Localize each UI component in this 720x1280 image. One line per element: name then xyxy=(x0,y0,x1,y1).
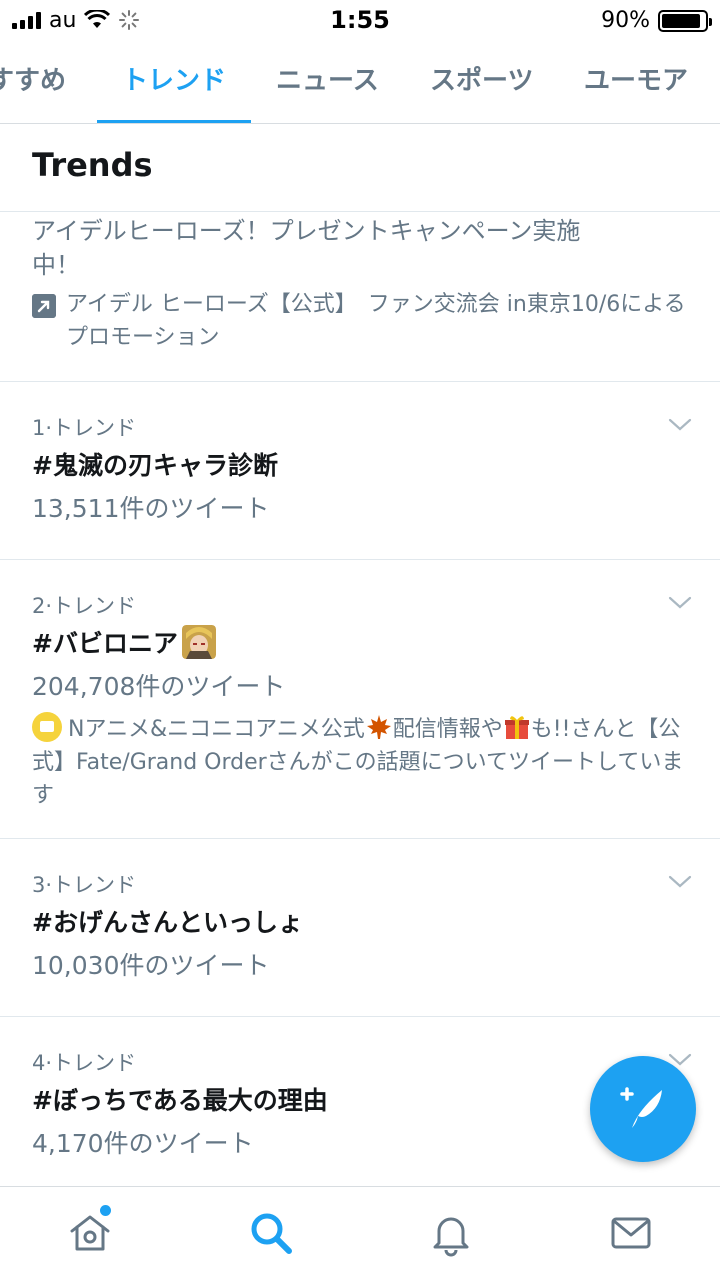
trends-header: Trends xyxy=(0,124,720,212)
page-title: Trends xyxy=(32,146,153,184)
trend-name-text: #バビロニア xyxy=(32,629,178,658)
status-bar: au 1:55 90% xyxy=(0,0,720,40)
trend-name: #バビロニア xyxy=(32,624,216,660)
trend-item[interactable]: 3·トレンド #おげんさんといっしょ 10,030件のツイート xyxy=(0,839,720,1017)
compose-tweet-button[interactable] xyxy=(590,1056,696,1162)
tab-news[interactable]: ニュース xyxy=(276,40,379,123)
battery-icon xyxy=(658,9,712,32)
tab-humor[interactable]: ユーモア xyxy=(584,40,688,123)
trend-name-text: #おげんさんといっしょ xyxy=(32,908,303,937)
explore-tabs: すすめ トレンド ニュース スポーツ ユーモア xyxy=(0,40,720,124)
tweet-count: 204,708件のツイート xyxy=(32,672,286,701)
battery-level xyxy=(662,13,700,28)
tab-sports[interactable]: スポーツ xyxy=(430,40,533,123)
trend-rank: 3·トレンド xyxy=(32,873,137,897)
context-text-part1: Nアニメ&ニコニコアニメ公式 xyxy=(68,717,365,742)
notification-dot xyxy=(100,1205,111,1216)
promoted-by-text: アイデル ヒーローズ【公式】 ファン交流会 in東京10/6によるプロモーション xyxy=(66,292,686,350)
trend-rank: 1·トレンド xyxy=(32,416,137,440)
home-icon xyxy=(70,1215,110,1251)
compose-tweet-icon xyxy=(620,1087,662,1128)
trend-name: #鬼滅の刃キャラ診断 xyxy=(32,446,278,482)
chevron-down-icon[interactable] xyxy=(668,596,692,610)
gift-icon xyxy=(504,716,529,739)
tweet-count: 13,511件のツイート xyxy=(32,494,270,523)
promoted-arrow-icon xyxy=(32,294,56,318)
trend-item[interactable]: 1·トレンド #鬼滅の刃キャラ診断 13,511件のツイート xyxy=(0,382,720,560)
tweet-count: 10,030件のツイート xyxy=(32,951,270,980)
status-right: 90% xyxy=(601,8,712,33)
tab-trends[interactable]: トレンド xyxy=(122,40,226,123)
chevron-down-icon[interactable] xyxy=(668,418,692,432)
tab-recommended[interactable]: すすめ xyxy=(0,40,66,123)
messages-mail-icon xyxy=(611,1217,651,1249)
notifications-bell-icon xyxy=(433,1217,469,1257)
trend-rank: 4·トレンド xyxy=(32,1051,137,1075)
maple-leaf-icon xyxy=(366,715,391,739)
chevron-down-icon[interactable] xyxy=(668,875,692,889)
nav-messages[interactable] xyxy=(607,1209,655,1257)
trend-name-text: #鬼滅の刃キャラ診断 xyxy=(32,451,278,480)
tweet-count: 4,170件のツイート xyxy=(32,1129,254,1158)
promoted-trend-title: アイデルヒーローズ！プレゼントキャンペーン実施中！ xyxy=(32,217,581,279)
context-text-part2: 配信情報や xyxy=(392,717,503,742)
trend-name-text: #ぼっちである最大の理由 xyxy=(32,1086,328,1115)
character-emoji-icon xyxy=(181,625,216,659)
nav-notifications[interactable] xyxy=(427,1209,475,1257)
trend-name: #ぼっちである最大の理由 xyxy=(32,1081,328,1117)
nav-search[interactable] xyxy=(247,1209,295,1257)
trend-name: #おげんさんといっしょ xyxy=(32,903,303,939)
promoted-trend[interactable]: アイデルヒーローズ！プレゼントキャンペーン実施中！ アイデル ヒーローズ【公式】… xyxy=(0,212,720,382)
niconico-tv-icon xyxy=(32,712,62,742)
trend-item[interactable]: 2·トレンド #バビロニア 204,708件のツイート Nアニメ&ニコニコアニメ… xyxy=(0,560,720,839)
search-icon xyxy=(251,1213,292,1254)
nav-home[interactable] xyxy=(66,1209,114,1257)
bottom-navigation xyxy=(0,1186,720,1280)
trend-rank: 2·トレンド xyxy=(32,594,137,618)
battery-percent: 90% xyxy=(601,8,650,33)
trend-context: Nアニメ&ニコニコアニメ公式 配信情報や も!!さんと【公式】Fate/Grand … xyxy=(32,712,692,812)
